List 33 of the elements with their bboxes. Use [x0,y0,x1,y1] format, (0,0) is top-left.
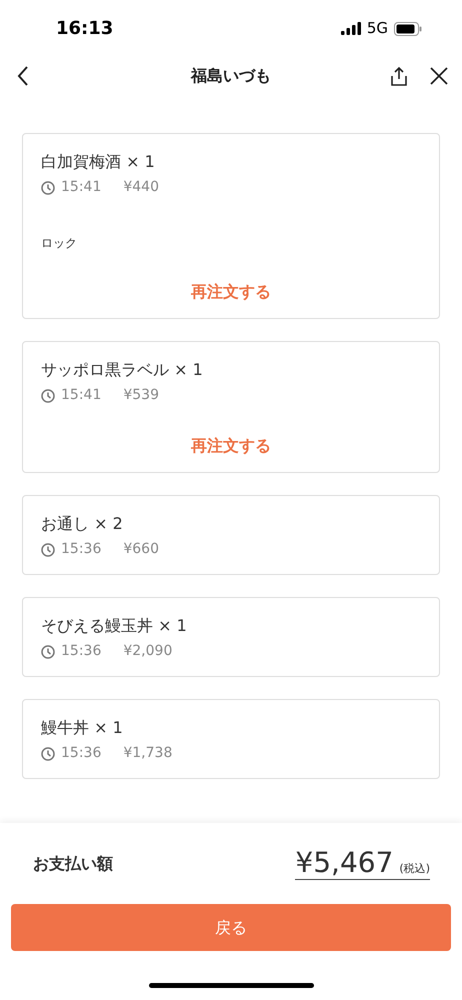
order-time: 15:41 [61,178,102,197]
network-label: 5G [366,18,388,40]
total-amount: ¥5,467 (税込) [295,847,430,880]
order-time: 15:36 [61,744,102,763]
item-price: ¥660 [123,540,159,559]
clock-icon [41,644,55,658]
item-price: ¥440 [123,178,159,197]
item-name: 鰻牛丼 × 1 [41,717,124,739]
clock-icon [41,746,55,760]
clock-icon [41,180,55,194]
item-price: ¥2,090 [123,642,172,661]
status-time: 16:13 [56,17,114,41]
order-time: 15:36 [61,540,102,559]
item-name: 白加賀梅酒 × 1 [41,151,156,173]
item-price: ¥539 [123,386,159,405]
item-name: お通し × 2 [41,513,124,535]
header-title: 福島いづも [191,65,271,87]
close-icon[interactable] [430,67,448,85]
reorder-button[interactable]: 再注文する [191,434,271,458]
item-name: そびえる鰻玉丼 × 1 [41,615,188,637]
clock-icon [41,542,55,556]
share-icon[interactable] [390,66,408,86]
total-label: お支払い額 [33,852,113,874]
item-note: ロック [41,235,78,252]
clock-icon [41,388,55,402]
order-time: 15:41 [61,386,102,405]
order-time: 15:36 [61,642,102,661]
signal-icon [340,22,361,35]
reorder-button[interactable]: 再注文する [191,280,271,304]
item-price: ¥1,738 [123,744,172,763]
item-name: サッポロ黒ラベル × 1 [41,359,204,381]
back-button[interactable]: 戻る [11,904,451,951]
battery-icon [394,22,422,36]
